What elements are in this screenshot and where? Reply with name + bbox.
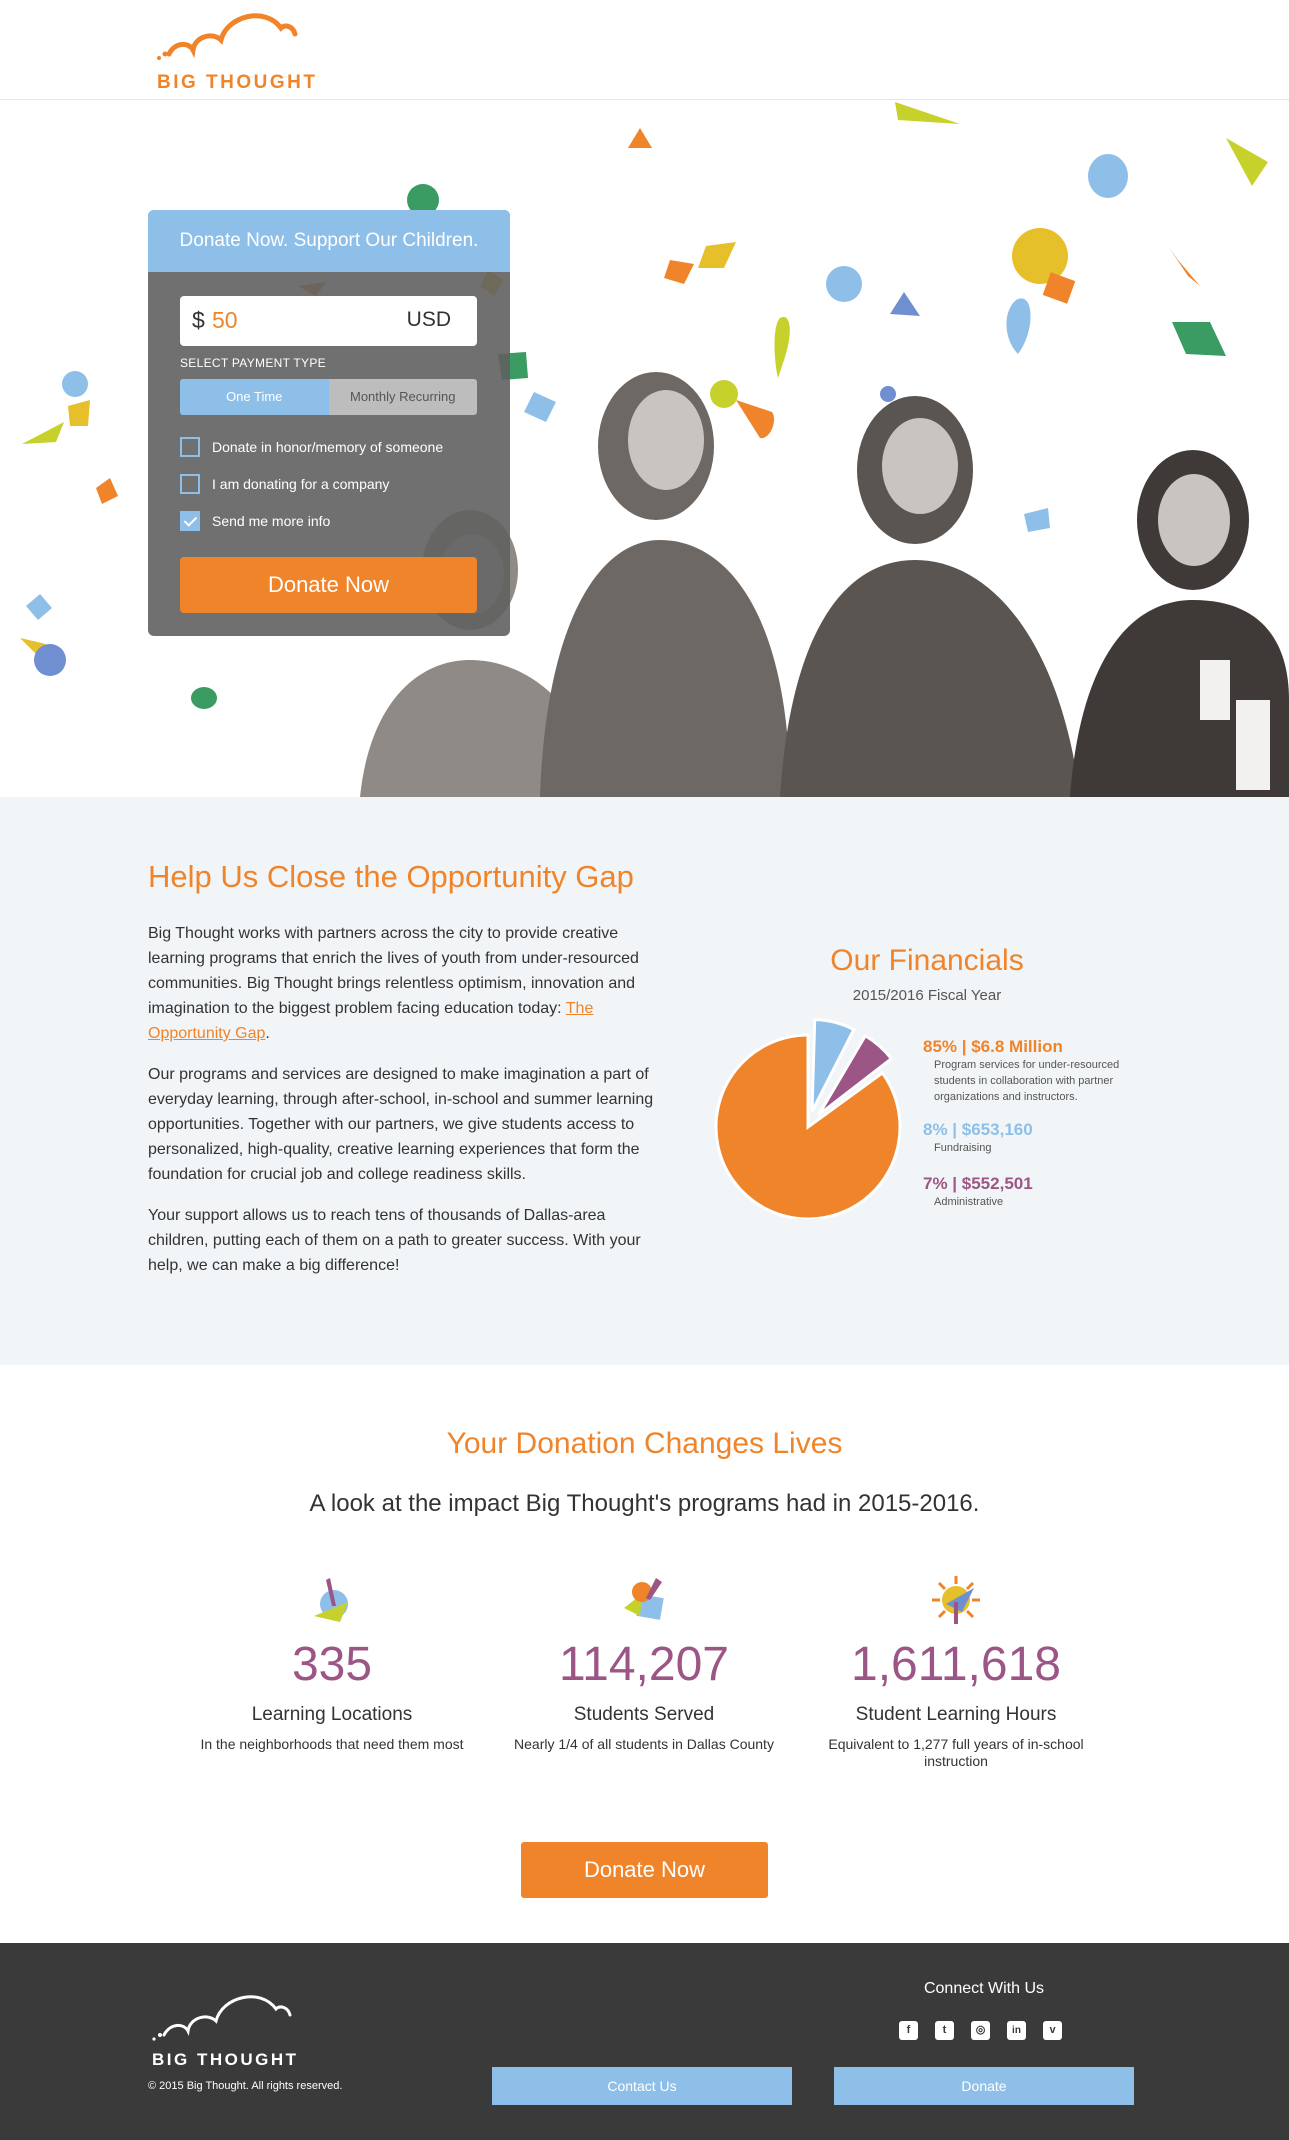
- hero-section: Donate Now. Support Our Children. $ 50 U…: [0, 100, 1289, 797]
- more-info-label: Send me more info: [212, 513, 331, 529]
- honor-memory-label: Donate in honor/memory of someone: [212, 439, 444, 455]
- opportunity-title: Help Us Close the Opportunity Gap: [148, 859, 634, 894]
- cloud-logo-icon: [157, 13, 298, 60]
- stat-learning-locations: 335 Learning Locations In the neighborho…: [182, 1572, 482, 1753]
- legend-description: Program services for under-resourced stu…: [934, 1059, 1120, 1103]
- stat-number: 1,611,618: [851, 1638, 1061, 1691]
- legend-description: Fundraising: [934, 1142, 992, 1154]
- opportunity-paragraph-2: Our programs and services are designed t…: [148, 1066, 654, 1183]
- legend-program-services: 85% | $6.8 Million Program services for …: [923, 1037, 1134, 1105]
- currency-code: USD: [406, 308, 451, 331]
- opportunity-section: Help Us Close the Opportunity Gap Big Th…: [0, 797, 1289, 1365]
- stat-description: In the neighborhoods that need them most: [200, 1736, 464, 1752]
- opportunity-paragraph-1: Big Thought works with partners across t…: [148, 921, 670, 1046]
- site-header: BIG THOUGHT: [0, 0, 1289, 100]
- payment-type-toggle: One Time Monthly Recurring: [180, 379, 477, 415]
- donate-form-card: Donate Now. Support Our Children. $ 50 U…: [148, 210, 510, 636]
- shapes-icon: [616, 1572, 672, 1628]
- amount-value[interactable]: 50: [212, 307, 238, 334]
- social-links: f t ◎ in v: [899, 2021, 1062, 2040]
- impact-subtitle: A look at the impact Big Thought's progr…: [309, 1490, 980, 1517]
- legend-description: Administrative: [934, 1196, 1004, 1208]
- honor-memory-checkbox-row[interactable]: Donate in honor/memory of someone: [180, 436, 443, 458]
- vimeo-icon[interactable]: v: [1043, 2021, 1062, 2040]
- logo-wordmark: BIG THOUGHT: [157, 72, 318, 93]
- impact-section: Your Donation Changes Lives A look at th…: [0, 1365, 1289, 1943]
- currency-symbol: $: [192, 307, 205, 333]
- stat-label: Student Learning Hours: [855, 1704, 1057, 1725]
- honor-memory-checkbox[interactable]: [180, 437, 200, 457]
- big-thought-logo[interactable]: BIG THOUGHT: [155, 6, 325, 94]
- amount-input[interactable]: $ 50 USD: [180, 296, 477, 346]
- legend-administrative: 7% | $552,501 Administrative: [923, 1174, 1033, 1210]
- legend-fundraising: 8% | $653,160 Fundraising: [923, 1120, 1033, 1156]
- cloud-logo-icon: [152, 1995, 292, 2041]
- company-checkbox[interactable]: [180, 474, 200, 494]
- stat-label: Learning Locations: [251, 1704, 413, 1725]
- financials-pie-chart: [714, 1017, 902, 1219]
- donate-form-heading: Donate Now. Support Our Children.: [148, 210, 510, 272]
- stat-number: 335: [291, 1638, 373, 1691]
- sun-icon: [928, 1572, 984, 1628]
- company-checkbox-row[interactable]: I am donating for a company: [180, 473, 389, 495]
- opportunity-paragraph-3: Your support allows us to reach tens of …: [148, 1207, 641, 1274]
- impact-donate-now-button[interactable]: Donate Now: [521, 1842, 768, 1898]
- footer-wordmark: BIG THOUGHT: [152, 2050, 299, 2069]
- contact-us-button[interactable]: Contact Us: [492, 2067, 792, 2105]
- instagram-icon[interactable]: ◎: [971, 2021, 990, 2040]
- site-footer: BIG THOUGHT © 2015 Big Thought. All righ…: [0, 1943, 1289, 2140]
- one-time-option[interactable]: One Time: [180, 379, 329, 415]
- impact-title: Your Donation Changes Lives: [446, 1427, 843, 1460]
- legend-headline: 8% | $653,160: [923, 1120, 1033, 1139]
- payment-type-label: SELECT PAYMENT TYPE: [180, 356, 326, 370]
- paint-splash-icon: [304, 1572, 360, 1628]
- financials-subtitle: 2015/2016 Fiscal Year: [852, 987, 1002, 1004]
- stat-number: 114,207: [559, 1638, 729, 1691]
- more-info-checkbox-row[interactable]: Send me more info: [180, 510, 330, 532]
- more-info-checkbox[interactable]: [180, 511, 200, 531]
- paragraph-1-end: .: [265, 1025, 270, 1042]
- stat-description: Equivalent to 1,277 full years of in-sch…: [828, 1736, 1084, 1769]
- company-label: I am donating for a company: [212, 476, 390, 492]
- stat-students-served: 114,207 Students Served Nearly 1/4 of al…: [494, 1572, 794, 1753]
- stat-description: Nearly 1/4 of all students in Dallas Cou…: [514, 1736, 774, 1752]
- donate-now-button[interactable]: Donate Now: [180, 557, 477, 613]
- connect-heading: Connect With Us: [923, 1980, 1045, 1997]
- legend-headline: 85% | $6.8 Million: [923, 1037, 1063, 1056]
- stat-learning-hours: 1,611,618 Student Learning Hours Equival…: [806, 1572, 1106, 1770]
- financials-title: Our Financials: [830, 944, 1024, 977]
- twitter-icon[interactable]: t: [935, 2021, 954, 2040]
- linkedin-icon[interactable]: in: [1007, 2021, 1026, 2040]
- stat-label: Students Served: [573, 1704, 715, 1725]
- copyright: © 2015 Big Thought. All rights reserved.: [148, 2080, 343, 2092]
- monthly-recurring-option[interactable]: Monthly Recurring: [328, 379, 477, 415]
- footer-donate-button[interactable]: Donate: [834, 2067, 1134, 2105]
- legend-headline: 7% | $552,501: [923, 1174, 1033, 1193]
- facebook-icon[interactable]: f: [899, 2021, 918, 2040]
